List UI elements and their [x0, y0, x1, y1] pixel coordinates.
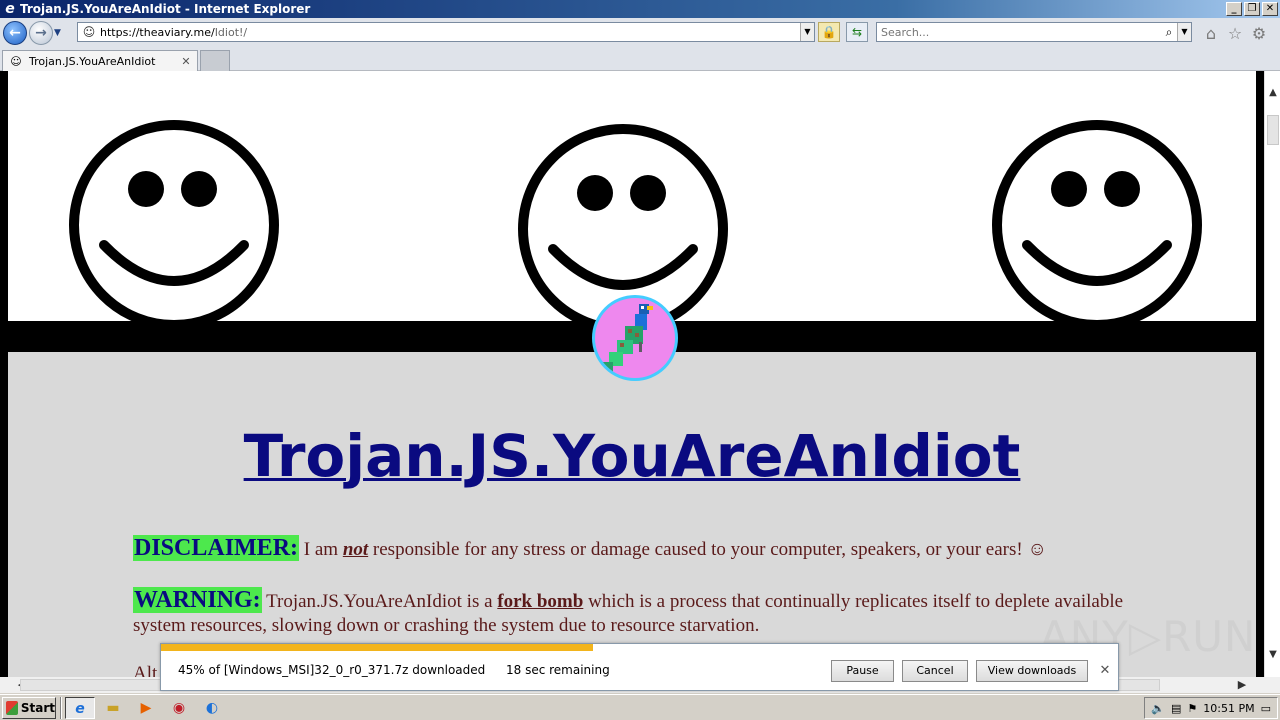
- vertical-scrollbar[interactable]: ▲ ▼: [1264, 71, 1280, 677]
- clock[interactable]: 10:51 PM: [1203, 702, 1254, 715]
- vertical-scroll-thumb[interactable]: [1267, 115, 1279, 145]
- scroll-down-icon[interactable]: ▼: [1265, 647, 1280, 663]
- disclaimer-paragraph: DISCLAIMER: I am not responsible for any…: [133, 535, 1047, 561]
- warning-label: WARNING:: [133, 587, 262, 613]
- favorites-star-icon[interactable]: ☆: [1226, 24, 1244, 43]
- disclaimer-emphasis: not: [342, 539, 369, 560]
- settings-gear-icon[interactable]: ⚙: [1250, 24, 1268, 43]
- start-label: Start: [20, 700, 55, 715]
- download-progress-bar: [161, 644, 593, 651]
- system-tray: 🔈 ▤ ⚑ 10:51 PM ▭: [1144, 697, 1278, 719]
- ie-logo-icon: e: [5, 1, 15, 17]
- home-icon[interactable]: ⌂: [1202, 24, 1220, 43]
- download-message: 45% of [Windows_MSI]32_0_r0_371.7z downl…: [178, 663, 486, 677]
- compatibility-refresh-icon[interactable]: ⇆: [846, 22, 868, 42]
- smiley-face-icon: [518, 124, 728, 321]
- disclaimer-label: DISCLAIMER:: [133, 535, 300, 561]
- taskbar-media-player-icon[interactable]: ▶: [131, 697, 161, 719]
- volume-icon[interactable]: 🔈: [1151, 702, 1165, 715]
- taskbar-chrome-icon[interactable]: ◉: [164, 697, 194, 719]
- page-title[interactable]: Trojan.JS.YouAreAnIdiot: [8, 422, 1256, 490]
- window-title: Trojan.JS.YouAreAnIdiot - Internet Explo…: [20, 2, 311, 16]
- address-url[interactable]: https://theaviary.me/Idiot!/: [100, 26, 800, 39]
- page-viewport: Trojan.JS.YouAreAnIdiot DISCLAIMER: I am…: [0, 71, 1264, 677]
- window-title-bar: e Trojan.JS.YouAreAnIdiot - Internet Exp…: [0, 0, 1280, 18]
- smiley-face-icon: [992, 120, 1202, 321]
- peacock-avatar: [592, 295, 678, 381]
- scroll-up-icon[interactable]: ▲: [1265, 85, 1280, 101]
- taskbar-explorer-icon[interactable]: ▬: [98, 697, 128, 719]
- taskbar: Start e ▬ ▶ ◉ ◐ 🔈 ▤ ⚑ 10:51 PM ▭: [0, 694, 1280, 720]
- smiley-banner: [8, 71, 1256, 321]
- tab-label: Trojan.JS.YouAreAnIdiot: [29, 54, 156, 68]
- lock-icon[interactable]: 🔒: [818, 22, 840, 42]
- address-dropdown-icon[interactable]: ▼: [800, 23, 814, 41]
- download-close-icon[interactable]: ✕: [1098, 663, 1112, 678]
- page-favicon-icon: ☺: [82, 25, 96, 39]
- restore-button[interactable]: ❐: [1244, 2, 1260, 16]
- forward-arrow-icon: →: [35, 25, 47, 41]
- search-icon[interactable]: ⌕: [1161, 25, 1177, 40]
- peacock-icon: [603, 304, 653, 372]
- view-downloads-button[interactable]: View downloads: [976, 660, 1088, 682]
- start-button[interactable]: Start: [2, 696, 56, 719]
- network-icon[interactable]: ▤: [1171, 702, 1181, 715]
- tab-active[interactable]: ☺ Trojan.JS.YouAreAnIdiot ✕: [2, 50, 198, 71]
- show-desktop-icon[interactable]: ▭: [1261, 702, 1271, 715]
- fork-bomb-link[interactable]: fork bomb: [497, 591, 583, 612]
- back-arrow-icon: ←: [9, 25, 21, 41]
- search-box[interactable]: ⌕ ▼: [876, 22, 1192, 42]
- scrollbar-corner: [1264, 677, 1280, 693]
- navigation-bar: ← → ▼ ☺ https://theaviary.me/Idiot!/ ▼ 🔒…: [0, 18, 1280, 48]
- tab-strip: ☺ Trojan.JS.YouAreAnIdiot ✕: [0, 48, 1280, 71]
- smiley-face-icon: [69, 120, 279, 321]
- tab-favicon-icon: ☺: [10, 54, 22, 68]
- download-time-remaining: 18 sec remaining: [506, 663, 610, 677]
- warning-paragraph: WARNING: Trojan.JS.YouAreAnIdiot is a fo…: [133, 587, 1124, 636]
- forward-button[interactable]: →: [29, 21, 53, 45]
- search-dropdown-icon[interactable]: ▼: [1177, 23, 1191, 41]
- windows-logo-icon: [6, 700, 18, 715]
- taskbar-ie-icon[interactable]: e: [65, 696, 95, 719]
- close-window-button[interactable]: ✕: [1262, 2, 1278, 16]
- scroll-right-icon[interactable]: ▶: [1234, 677, 1250, 693]
- history-dropdown-icon[interactable]: ▼: [54, 28, 66, 38]
- address-bar[interactable]: ☺ https://theaviary.me/Idiot!/ ▼: [77, 22, 815, 42]
- new-tab-button[interactable]: [200, 50, 230, 71]
- tab-close-icon[interactable]: ✕: [179, 55, 193, 68]
- cancel-button[interactable]: Cancel: [902, 660, 968, 682]
- taskbar-edge-icon[interactable]: ◐: [197, 697, 227, 719]
- action-center-flag-icon[interactable]: ⚑: [1187, 702, 1197, 715]
- download-notification-bar: 45% of [Windows_MSI]32_0_r0_371.7z downl…: [160, 643, 1119, 691]
- search-input[interactable]: [877, 25, 1161, 39]
- pause-button[interactable]: Pause: [831, 660, 894, 682]
- minimize-button[interactable]: _: [1226, 2, 1242, 16]
- back-button[interactable]: ←: [3, 21, 27, 45]
